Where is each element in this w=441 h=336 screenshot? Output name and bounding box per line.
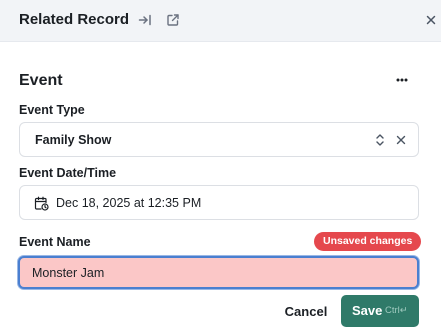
panel-title: Related Record [19,11,130,28]
event-type-value: Family Show [35,133,112,147]
unsaved-changes-badge: Unsaved changes [314,232,422,251]
close-icon[interactable] [424,13,438,27]
open-external-icon[interactable] [165,12,181,28]
save-button[interactable]: Save Ctrl↵ [341,295,419,327]
chevron-up-down-icon[interactable] [374,133,386,147]
calendar-clock-icon [34,196,49,211]
more-horizontal-icon[interactable] [392,70,412,90]
event-name-label: Event Name [19,235,91,249]
event-datetime-value: Dec 18, 2025 at 12:35 PM [56,196,202,210]
event-type-label: Event Type [19,103,85,117]
event-type-select[interactable]: Family Show [19,122,419,157]
clear-icon[interactable] [395,134,407,146]
collapse-to-side-icon[interactable] [137,12,153,28]
cancel-button[interactable]: Cancel [276,297,336,327]
save-shortcut-hint: Ctrl↵ [385,305,408,316]
event-datetime-field[interactable]: Dec 18, 2025 at 12:35 PM [19,185,419,220]
save-button-label: Save [352,303,383,318]
panel-header: Related Record [0,0,441,42]
section-title: Event [19,72,63,89]
event-name-input[interactable] [18,256,419,289]
event-datetime-label: Event Date/Time [19,166,117,180]
